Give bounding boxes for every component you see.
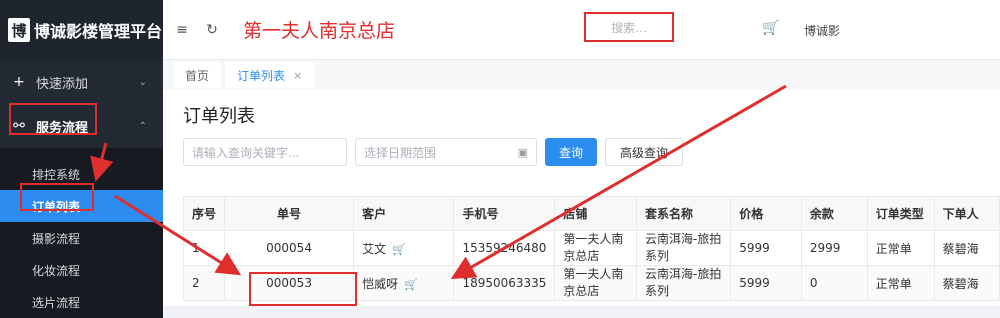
col-header[interactable]: 下单人 (933, 196, 1000, 231)
table-row[interactable]: 1 000054 艾文 🛒 15359246480 第一夫人南京总店 云南洱海-旅… (182, 230, 1000, 266)
cell-customer: 恺威呀 🛒 (353, 265, 455, 301)
menu-quick-add[interactable]: + 快速添加 ⌄ (0, 60, 163, 104)
filter-bar: 请输入查询关键字... 选择日期范围 ▣ 查询 高级查询 (183, 138, 691, 166)
cell-price: 5999 (730, 265, 802, 301)
col-header[interactable]: 价格 (730, 196, 802, 231)
cell-creator: 蔡碧海 (933, 265, 1000, 301)
cell-store: 第一夫人南京总店 (554, 265, 637, 301)
store-title: 第一夫人南京总店 (243, 20, 396, 42)
cell-store: 第一夫人南京总店 (554, 230, 637, 266)
table-row[interactable]: 2 000053 恺威呀 🛒 18950063335 第一夫人南京总店 云南洱海-… (182, 265, 1000, 301)
sidebar: 博 博诚影楼管理平台 + 快速添加 ⌄ ⚯ 服务流程 ⌃ 排控系统 订单列表 摄… (0, 0, 163, 318)
close-icon[interactable]: × (293, 69, 302, 82)
sidebar-item-photo-flow[interactable]: 摄影流程 (0, 222, 163, 254)
cell-phone: 15359246480 (453, 230, 556, 266)
order-table: 序号 单号 客户 手机号 店铺 套系名称 价格 余款 订单类型 下单人 1 00… (182, 196, 1000, 301)
cart-icon[interactable]: 🛒 (392, 243, 406, 256)
cell-balance: 2999 (800, 230, 868, 266)
sidebar-item-makeup-flow[interactable]: 化妆流程 (0, 254, 163, 286)
tab-order-list-label: 订单列表 (237, 68, 286, 83)
date-range-input[interactable]: 选择日期范围 ▣ (355, 138, 537, 166)
col-header[interactable]: 手机号 (453, 196, 556, 231)
cart-icon[interactable]: 🛒 (762, 20, 779, 36)
cell-order-no[interactable]: 000054 (224, 230, 355, 266)
cell-package: 云南洱海-旅拍系列 (635, 230, 732, 266)
cell-customer: 艾文 🛒 (353, 230, 455, 266)
calendar-icon: ▣ (517, 145, 528, 159)
date-range-placeholder: 选择日期范围 (364, 145, 437, 160)
tab-home-label: 首页 (185, 68, 210, 83)
flow-icon: ⚯ (13, 118, 25, 134)
chevron-down-icon: ⌄ (138, 76, 147, 88)
tab-order-list[interactable]: 订单列表 × (225, 62, 315, 88)
customer-name: 恺威呀 (362, 276, 399, 291)
app-name: 博诚影楼管理平台 (34, 22, 163, 41)
advanced-query-button[interactable]: 高级查询 (605, 138, 684, 166)
menu-collapse-icon[interactable]: ≡ (167, 22, 197, 38)
query-button[interactable]: 查询 (545, 138, 598, 166)
cell-price: 5999 (730, 230, 802, 266)
cell-type: 正常单 (866, 265, 935, 301)
cell-package: 云南洱海-旅拍系列 (635, 265, 732, 301)
col-header[interactable]: 余款 (800, 196, 868, 231)
col-header[interactable]: 单号 (224, 196, 355, 231)
cart-icon[interactable]: 🛒 (404, 278, 418, 291)
customer-name: 艾文 (362, 241, 387, 256)
table-header-row: 序号 单号 客户 手机号 店铺 套系名称 价格 余款 订单类型 下单人 (182, 196, 1000, 231)
col-header[interactable]: 客户 (353, 196, 455, 231)
sidebar-item-selection-flow[interactable]: 选片流程 (0, 286, 163, 318)
menu-service-flow[interactable]: ⚯ 服务流程 ⌃ (0, 104, 163, 148)
col-header[interactable]: 套系名称 (635, 196, 732, 231)
cell-index: 2 (182, 265, 226, 301)
menu-service-flow-label: 服务流程 (36, 120, 89, 136)
page-tabs: 首页 订单列表 × (163, 60, 1000, 90)
main-content: 订单列表 请输入查询关键字... 选择日期范围 ▣ 查询 高级查询 序号 单号 … (163, 90, 1000, 306)
col-header[interactable]: 序号 (182, 196, 226, 231)
user-name[interactable]: 博诚影 (804, 22, 840, 39)
cell-balance: 0 (800, 265, 868, 301)
cell-index: 1 (182, 230, 226, 266)
cell-creator: 蔡碧海 (933, 230, 1000, 266)
logo-icon: 博 (8, 18, 30, 42)
refresh-icon[interactable]: ↻ (197, 22, 227, 38)
top-header: ≡ ↻ 第一夫人南京总店 (163, 0, 1000, 60)
logo: 博 博诚影楼管理平台 (0, 0, 163, 60)
col-header[interactable]: 订单类型 (866, 196, 935, 231)
plus-icon: + (13, 74, 25, 90)
sidebar-item-order-list[interactable]: 订单列表 (0, 190, 163, 222)
col-header[interactable]: 店铺 (554, 196, 637, 231)
service-flow-submenu: 排控系统 订单列表 摄影流程 化妆流程 选片流程 (0, 148, 163, 318)
cell-phone: 18950063335 (453, 265, 556, 301)
keyword-input[interactable]: 请输入查询关键字... (183, 138, 347, 166)
header-search-input[interactable]: 搜索... (584, 12, 674, 42)
page-title: 订单列表 (183, 106, 255, 127)
tab-home[interactable]: 首页 (173, 62, 222, 88)
chevron-up-icon: ⌃ (138, 120, 147, 132)
sidebar-item-scheduling[interactable]: 排控系统 (0, 158, 163, 190)
cell-order-no[interactable]: 000053 (224, 265, 355, 301)
cell-type: 正常单 (866, 230, 935, 266)
menu-quick-add-label: 快速添加 (36, 76, 89, 92)
